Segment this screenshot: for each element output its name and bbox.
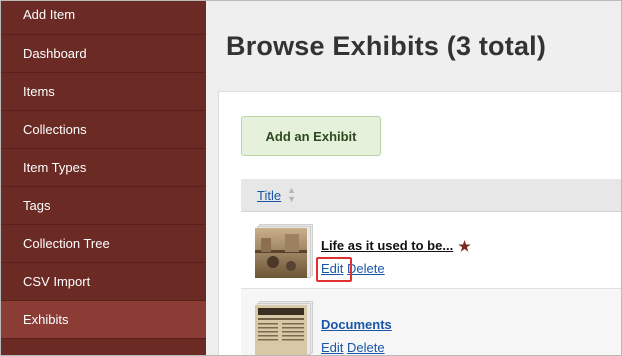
sidebar-item-collection-tree[interactable]: Collection Tree (1, 225, 206, 263)
main-content: Browse Exhibits (3 total) Add an Exhibit… (206, 1, 621, 355)
row-actions: Edit Delete (321, 340, 385, 355)
sidebar-item-item-types[interactable]: Item Types (1, 149, 206, 187)
sidebar-item-add-item[interactable]: Add Item (1, 1, 206, 35)
exhibit-thumbnail[interactable] (255, 301, 313, 355)
edit-link[interactable]: Edit (321, 340, 343, 355)
exhibit-title-link[interactable]: Documents (321, 317, 392, 332)
sidebar-item-tags[interactable]: Tags (1, 187, 206, 225)
edit-link[interactable]: Edit (316, 257, 352, 282)
sidebar-item-label: Dashboard (23, 46, 87, 61)
exhibit-title: Life as it used to be... (321, 238, 454, 253)
exhibit-title-link[interactable]: Life as it used to be... ★ (321, 238, 471, 255)
page-title: Browse Exhibits (3 total) (226, 31, 547, 61)
add-exhibit-button[interactable]: Add an Exhibit (241, 116, 381, 156)
sort-icon[interactable]: ▲ ▼ (287, 186, 296, 204)
delete-link[interactable]: Delete (347, 340, 385, 355)
table-row: Life as it used to be... ★ Edit Delete (241, 212, 621, 289)
exhibit-title: Documents (321, 317, 392, 332)
sidebar-item-exhibits[interactable]: Exhibits (1, 301, 206, 339)
sidebar-item-label: Item Types (23, 160, 87, 175)
sidebar-item-label: Exhibits (23, 312, 69, 327)
sidebar-item-label: Items (23, 84, 55, 99)
sidebar: Add Item Dashboard Items Collections Ite… (1, 1, 206, 355)
sidebar-item-label: Collections (23, 122, 87, 137)
sidebar-item-label: Add Item (23, 7, 76, 22)
old-photo-image (255, 228, 307, 278)
app-frame: Add Item Dashboard Items Collections Ite… (0, 0, 622, 356)
sidebar-item-label: CSV Import (23, 274, 91, 289)
sidebar-item-csv-import[interactable]: CSV Import (1, 263, 206, 301)
newspaper-image (255, 305, 307, 355)
table-header: Title ▲ ▼ (241, 179, 621, 212)
column-header-title[interactable]: Title (257, 188, 281, 203)
sidebar-item-label: Tags (23, 198, 51, 213)
sidebar-item-label: Collection Tree (23, 236, 110, 251)
exhibit-thumbnail[interactable] (255, 224, 313, 278)
sidebar-item-collections[interactable]: Collections (1, 111, 206, 149)
delete-link[interactable]: Delete (347, 261, 385, 276)
row-actions: Edit Delete (316, 257, 385, 282)
sidebar-item-items[interactable]: Items (1, 73, 206, 111)
star-icon: ★ (458, 238, 471, 254)
sidebar-item-dashboard[interactable]: Dashboard (1, 35, 206, 73)
table-row: Documents Edit Delete (241, 289, 621, 355)
exhibits-panel: Add an Exhibit Title ▲ ▼ Life as it used… (218, 91, 621, 355)
edit-link-label: Edit (321, 261, 344, 276)
